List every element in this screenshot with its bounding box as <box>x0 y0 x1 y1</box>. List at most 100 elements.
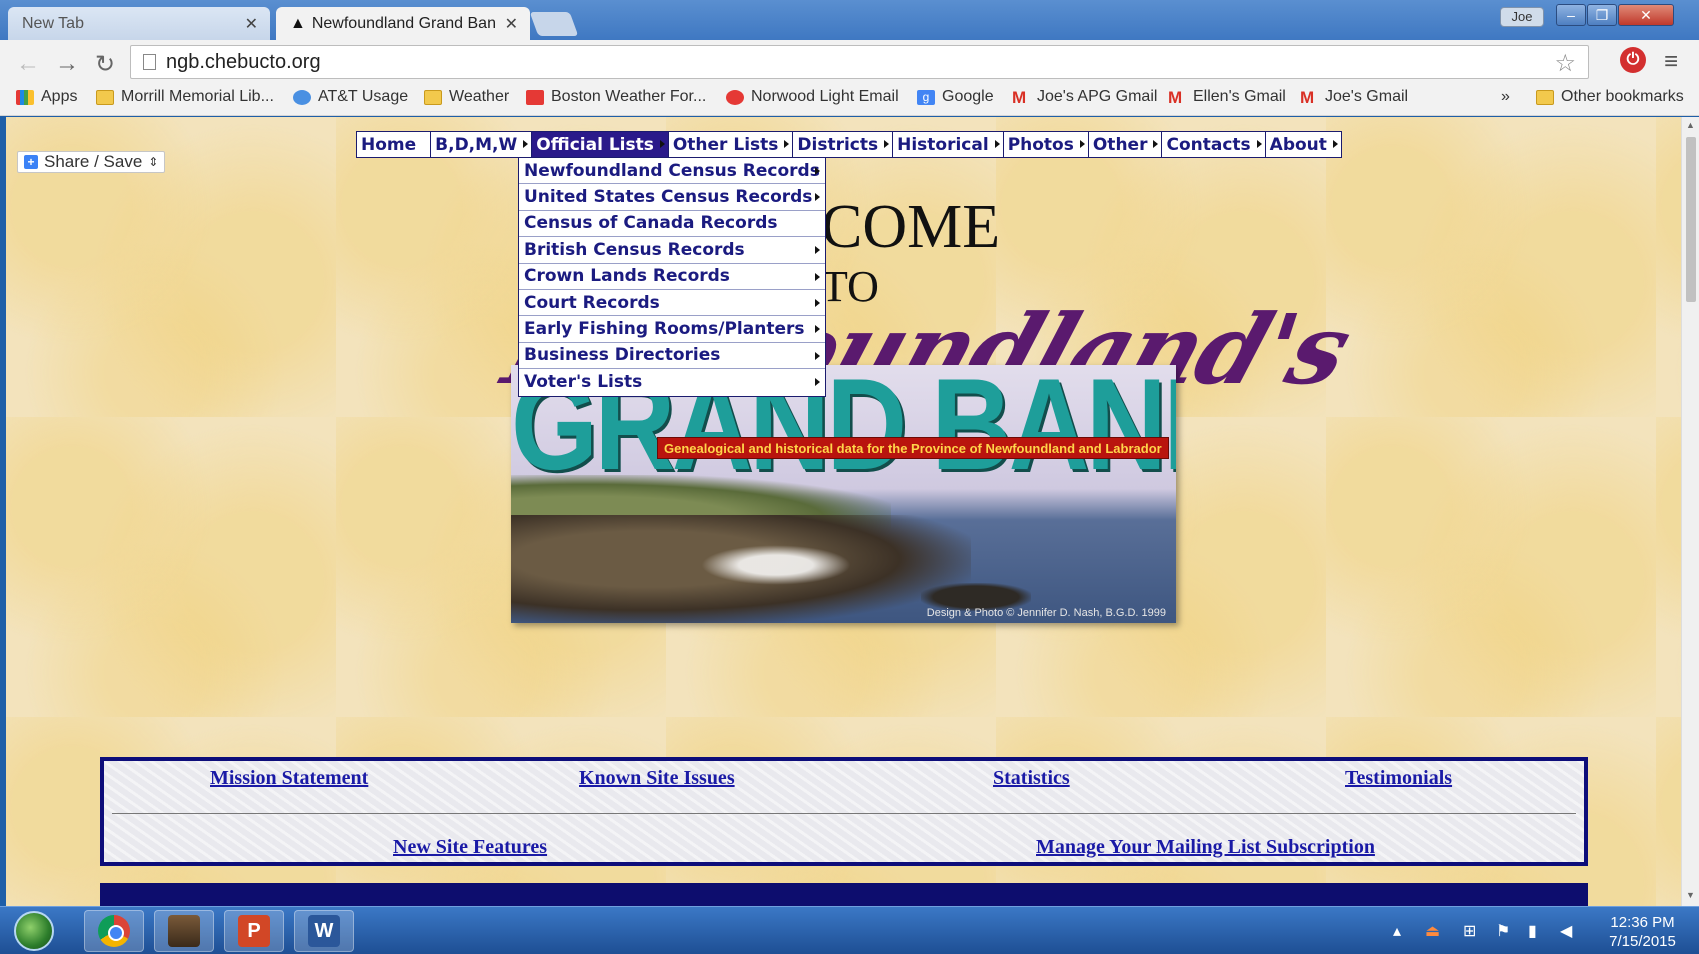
start-button[interactable] <box>14 911 54 951</box>
photo-credit: Design & Photo © Jennifer D. Nash, B.G.D… <box>926 607 1166 619</box>
menu-label: Home <box>361 134 417 155</box>
bookmark-label: Weather <box>449 88 510 105</box>
close-window-button[interactable]: ✕ <box>1618 4 1674 26</box>
bookmark-joe-gmail[interactable]: M Joe's Gmail <box>1300 88 1408 106</box>
scroll-down-icon[interactable]: ▼ <box>1686 890 1695 900</box>
taskbar-chrome[interactable] <box>84 910 144 952</box>
gmail-icon: M <box>1300 87 1315 107</box>
taskbar-photo[interactable] <box>154 910 214 952</box>
scroll-up-icon[interactable]: ▲ <box>1686 120 1695 130</box>
dropdown-label: Crown Lands Records <box>524 266 730 287</box>
share-save-button[interactable]: + Share / Save ⇕ <box>17 151 166 173</box>
network-icon[interactable]: ▮ <box>1528 921 1537 941</box>
menu-label: Photos <box>1007 134 1074 155</box>
bookmark-weather[interactable]: Weather <box>424 88 509 106</box>
dropdown-item-business-directories[interactable]: Business Directories <box>519 343 825 370</box>
dropdown-item-canada-census[interactable]: Census of Canada Records <box>519 211 825 238</box>
bookmarks-overflow-button[interactable]: » <box>1501 88 1510 106</box>
bookmark-morrill[interactable]: Morrill Memorial Lib... <box>96 88 274 106</box>
menu-bdmw[interactable]: B,D,M,W <box>431 132 533 157</box>
dropdown-label: Early Fishing Rooms/Planters <box>524 319 805 340</box>
welcome-heading: COME <box>821 193 1001 261</box>
minimize-button[interactable]: – <box>1556 4 1586 26</box>
forward-arrow-icon[interactable]: → <box>55 50 79 78</box>
dropdown-item-voters-lists[interactable]: Voter's Lists <box>519 369 825 395</box>
menu-official-lists[interactable]: Official Lists <box>532 132 669 157</box>
menu-contacts[interactable]: Contacts <box>1162 132 1266 157</box>
web-page: + Share / Save ⇕ COME TO Newfoundland's … <box>6 117 1681 906</box>
windows-icon[interactable]: ⊞ <box>1463 921 1476 941</box>
word-icon: W <box>308 915 340 947</box>
bookmark-google[interactable]: g Google <box>917 88 994 106</box>
bookmark-label: Ellen's Gmail <box>1193 88 1286 105</box>
taskbar-powerpoint[interactable]: P <box>224 910 284 952</box>
close-icon[interactable]: ✕ <box>505 14 518 34</box>
submenu-arrow-icon <box>1256 140 1262 148</box>
bookmark-label: Other bookmarks <box>1561 88 1684 105</box>
apps-icon <box>16 89 34 105</box>
tray-expand-icon[interactable]: ▴ <box>1393 921 1401 941</box>
testimonials-link[interactable]: Testimonials <box>1345 767 1452 790</box>
other-bookmarks[interactable]: Other bookmarks <box>1536 88 1684 106</box>
taskbar-word[interactable]: W <box>294 910 354 952</box>
bookmark-label: Morrill Memorial Lib... <box>121 88 274 105</box>
dropdown-item-british-census[interactable]: British Census Records <box>519 237 825 264</box>
reload-icon[interactable]: ↻ <box>95 50 115 79</box>
statistics-link[interactable]: Statistics <box>993 767 1070 790</box>
dropdown-item-crown-lands[interactable]: Crown Lands Records <box>519 264 825 290</box>
tab-label: Newfoundland Grand Ban <box>311 14 496 32</box>
tab-grand-banks[interactable]: ▲ Newfoundland Grand Ban ✕ <box>276 7 530 40</box>
known-site-issues-link[interactable]: Known Site Issues <box>579 767 735 790</box>
bookmark-boston-weather[interactable]: Boston Weather For... <box>526 88 706 106</box>
profile-button[interactable]: Joe <box>1500 7 1544 27</box>
flag-icon[interactable]: ⚑ <box>1496 921 1510 941</box>
chrome-menu-icon[interactable]: ≡ <box>1664 48 1678 76</box>
mission-statement-link[interactable]: Mission Statement <box>210 767 368 790</box>
volume-icon[interactable]: ◀ <box>1560 921 1572 941</box>
submenu-arrow-icon <box>815 351 820 360</box>
new-tab-button[interactable] <box>529 12 579 36</box>
menu-photos[interactable]: Photos <box>1004 132 1089 157</box>
new-site-features-link[interactable]: New Site Features <box>393 836 547 859</box>
gmail-icon: M <box>1168 87 1183 107</box>
submenu-arrow-icon <box>1332 140 1338 148</box>
bookmark-att[interactable]: AT&T Usage <box>293 88 408 106</box>
dropdown-item-court-records[interactable]: Court Records <box>519 290 825 317</box>
back-arrow-icon[interactable]: ← <box>16 50 40 78</box>
submenu-arrow-icon <box>815 298 820 307</box>
banner-tagline: Genealogical and historical data for the… <box>657 437 1169 459</box>
bookmark-norwood[interactable]: Norwood Light Email <box>726 88 899 106</box>
bookmark-apg-gmail[interactable]: M Joe's APG Gmail <box>1012 88 1157 106</box>
dropdown-item-fishing-rooms[interactable]: Early Fishing Rooms/Planters <box>519 316 825 343</box>
windows-taskbar: P W ▴ ⏏ ⊞ ⚑ ▮ ◀ 12:36 PM 7/15/2015 <box>0 906 1699 954</box>
menu-other-lists[interactable]: Other Lists <box>669 132 794 157</box>
menu-about[interactable]: About <box>1266 132 1341 157</box>
menu-label: Official Lists <box>536 134 654 155</box>
tab-new-tab[interactable]: New Tab ✕ <box>8 7 270 40</box>
dropdown-item-nfld-census[interactable]: Newfoundland Census Records <box>519 158 825 185</box>
address-bar[interactable]: ngb.chebucto.org ☆ <box>130 45 1589 79</box>
menu-label: Other Lists <box>672 134 779 155</box>
extension-icon[interactable]: ⏻ <box>1620 47 1646 73</box>
menu-label: Contacts <box>1166 134 1251 155</box>
bookmark-apps[interactable]: Apps <box>16 88 77 106</box>
maximize-button[interactable]: ❐ <box>1587 4 1617 26</box>
dropdown-item-us-census[interactable]: United States Census Records <box>519 184 825 211</box>
menu-other[interactable]: Other <box>1089 132 1163 157</box>
menu-label: B,D,M,W <box>435 134 518 155</box>
menu-districts[interactable]: Districts <box>793 132 894 157</box>
alert-icon[interactable]: ⏏ <box>1425 921 1440 941</box>
bookmark-star-icon[interactable]: ☆ <box>1554 49 1576 78</box>
menu-historical[interactable]: Historical <box>893 132 1004 157</box>
bookmark-ellen-gmail[interactable]: M Ellen's Gmail <box>1168 88 1286 106</box>
system-clock[interactable]: 12:36 PM 7/15/2015 <box>1590 913 1695 951</box>
mailing-list-link[interactable]: Manage Your Mailing List Subscription <box>1036 836 1375 859</box>
scrollbar-thumb[interactable] <box>1686 137 1696 302</box>
menu-home[interactable]: Home <box>357 132 432 157</box>
norwood-icon <box>726 89 744 105</box>
page-scrollbar[interactable]: ▲ ▼ <box>1681 117 1699 906</box>
dropdown-label: Newfoundland Census Records <box>524 160 820 181</box>
menu-label: Other <box>1092 134 1148 155</box>
close-icon[interactable]: ✕ <box>245 14 258 34</box>
submenu-arrow-icon <box>815 193 820 202</box>
